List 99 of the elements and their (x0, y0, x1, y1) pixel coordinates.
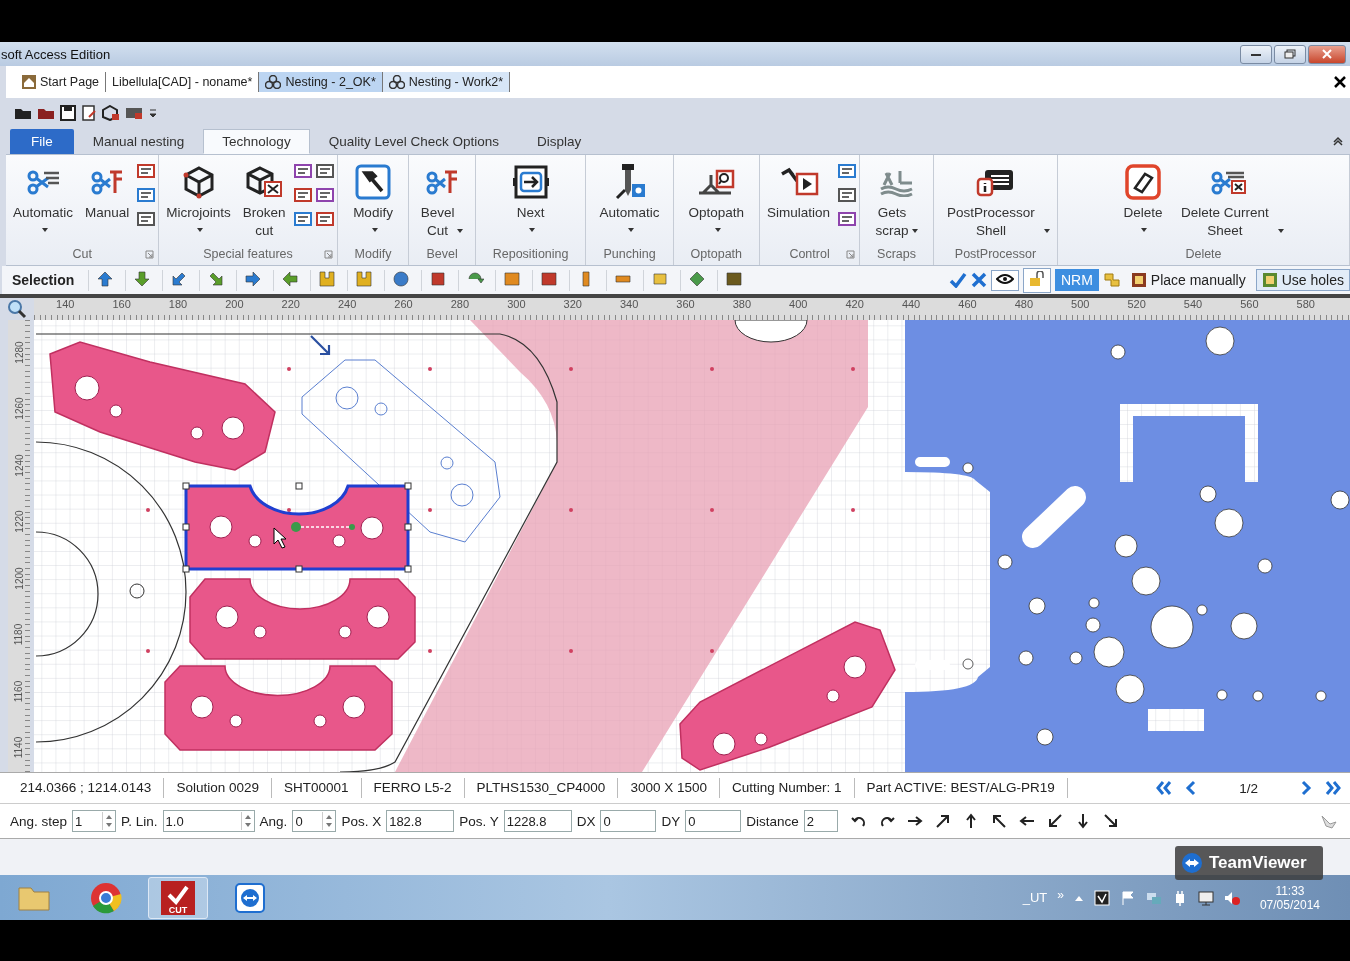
ribbon-button[interactable]: PostProcessor Shell (936, 161, 1054, 242)
status-text: Solution 0029 (164, 778, 272, 798)
ribbon-button[interactable]: Delete Current Sheet (1171, 161, 1288, 242)
ruler-label: 160 (111, 298, 132, 312)
group-label: PostProcessor (954, 247, 1037, 261)
group-label: Delete (1185, 247, 1222, 261)
page-indicator: 1/2 (1238, 780, 1259, 796)
input-field[interactable]: 0 (685, 810, 742, 832)
ribbon-button[interactable]: Delete (1119, 161, 1167, 237)
group-label: Modify (354, 247, 392, 261)
status-text: 3000 X 1500 (618, 778, 720, 798)
ribbon-button[interactable]: Automatic (9, 161, 78, 237)
spin-field[interactable]: 0 (292, 810, 337, 832)
ruler-label: 180 (167, 298, 189, 312)
ruler-label: 220 (280, 298, 301, 312)
status-text: PLTHS1530_CP4000 (464, 778, 619, 798)
ribbon-tab[interactable]: File (10, 129, 74, 154)
ruler-label: 540 (1182, 298, 1204, 312)
ribbon-button[interactable]: Gets scrap (871, 161, 922, 242)
ribbon-button[interactable]: Bevel Cut (416, 161, 468, 242)
document-tab[interactable]: Nesting - 2_OK* (259, 72, 383, 92)
ruler-label: 240 (336, 298, 358, 312)
ribbon-tab[interactable]: Display (518, 129, 601, 154)
ribbon-tab[interactable]: Quality Level Check Options (309, 129, 518, 154)
status-text: 214.0366 ; 1214.0143 (8, 778, 165, 798)
ruler-label: 520 (1126, 298, 1147, 312)
input-field[interactable]: 0 (600, 810, 657, 832)
status-text: Part ACTIVE: BEST/ALG-PR19 (854, 778, 1068, 798)
field-label: Ang. step (10, 813, 68, 829)
field-label: DY (661, 813, 681, 829)
tray-text: _UT (1022, 890, 1048, 905)
group-label: Special features (203, 247, 293, 261)
spin-field[interactable]: 1 (72, 810, 117, 832)
ruler-label: 320 (562, 298, 583, 312)
document-tab[interactable]: Nesting - Work2* (382, 72, 510, 92)
ruler-label: 1140 (13, 737, 25, 759)
ruler-label: 1220 (13, 510, 25, 533)
ruler-label: 280 (449, 298, 471, 312)
ribbon-button[interactable]: Broken cut (238, 161, 290, 242)
ribbon-button[interactable]: Automatic (595, 161, 664, 237)
ruler-label: 140 (55, 298, 76, 312)
ruler-label: 300 (506, 298, 527, 312)
group-label: Bevel (426, 247, 458, 261)
ruler-label: 1240 (13, 454, 25, 477)
remote-label: TeamViewer (1209, 853, 1307, 873)
group-label: Control (789, 247, 830, 261)
group-label: Cut (72, 247, 92, 261)
input-field[interactable]: 182.8 (386, 810, 455, 832)
ruler-label: 1280 (13, 341, 25, 364)
spin-field[interactable]: 1.0 (162, 810, 255, 832)
field-label: DX (576, 813, 596, 829)
ruler-label: 1160 (13, 680, 25, 702)
ruler-label: 420 (844, 298, 865, 312)
group-label: Optopath (690, 247, 743, 261)
field-label: P. Lin. (121, 813, 158, 829)
ribbon-button[interactable]: Simulation (763, 161, 835, 237)
ribbon-button[interactable]: Manual (81, 161, 134, 237)
ruler-label: 500 (1070, 298, 1091, 312)
tool-toggle[interactable]: Use holes (1255, 269, 1350, 291)
status-text: FERRO L5-2 (361, 778, 465, 798)
field-label: Distance (746, 813, 799, 829)
ruler-label: 340 (618, 298, 640, 312)
ruler-label: 360 (675, 298, 696, 312)
status-text: Cutting Number: 1 (719, 778, 855, 798)
remote-session-badge[interactable]: TeamViewer (1175, 846, 1323, 880)
ruler-label: 580 (1295, 298, 1316, 312)
ruler-label: 560 (1239, 298, 1260, 312)
ribbon-button[interactable]: Modify (349, 161, 397, 237)
group-label: Scraps (877, 247, 916, 261)
ruler-label: 200 (224, 298, 245, 312)
group-label: Repositioning (492, 247, 569, 261)
taskbar-app[interactable]: CUT (148, 876, 208, 919)
field-label: Pos. X (341, 813, 382, 829)
ruler-label: 380 (731, 298, 753, 312)
ruler-label: 1260 (13, 397, 25, 420)
ruler-label: 440 (900, 298, 922, 312)
ruler-label: 400 (788, 298, 809, 312)
ruler-label: 1200 (13, 567, 25, 590)
clock-time: 11:33 (1275, 883, 1305, 898)
ruler-label: 1180 (13, 624, 25, 646)
status-text: SHT00001 (271, 778, 362, 798)
ribbon-button[interactable]: Next (506, 161, 555, 237)
ruler-label: 460 (957, 298, 978, 312)
field-label: Ang. (259, 813, 288, 829)
group-label: Punching (603, 247, 656, 261)
app-label: CUT (168, 904, 188, 915)
ribbon-tab[interactable]: Manual nesting (73, 129, 204, 154)
window-title: soft Access Edition (0, 46, 111, 62)
selection-label: Selection (12, 272, 75, 288)
clock-date: 07/05/2014 (1259, 897, 1320, 912)
ruler-label: 480 (1013, 298, 1034, 312)
input-field[interactable]: 2 (803, 810, 838, 832)
ruler-label: 260 (393, 298, 414, 312)
tool-toggle[interactable]: Place manually (1124, 269, 1252, 291)
ribbon-tab[interactable]: Technology (203, 129, 310, 154)
input-field[interactable]: 1228.8 (503, 810, 572, 832)
field-label: Pos. Y (459, 813, 499, 829)
ribbon-button[interactable]: Optopath (684, 161, 749, 237)
ribbon-button[interactable]: Microjoints (162, 161, 235, 237)
